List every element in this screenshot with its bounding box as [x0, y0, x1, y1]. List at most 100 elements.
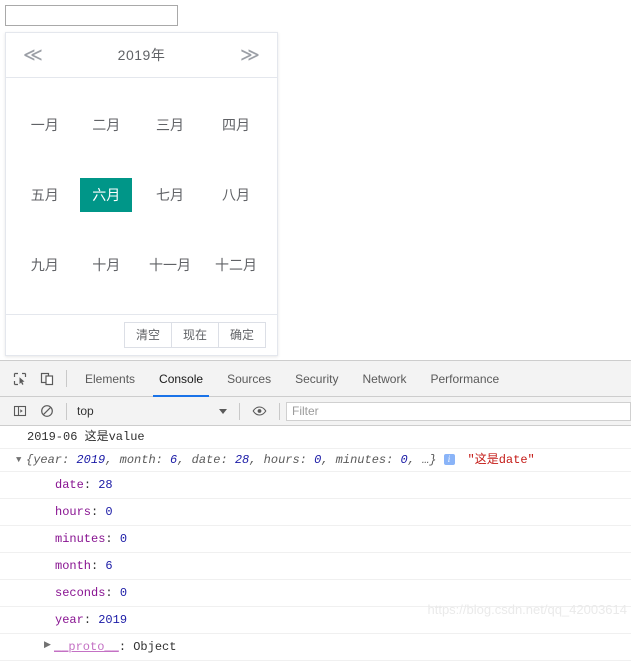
property-value: 0 [105, 505, 113, 519]
console-row-property[interactable]: date: 28 [0, 472, 631, 499]
object-property: seconds: 0 [55, 586, 128, 600]
property-value: 0 [119, 586, 128, 600]
filterbar-divider-2 [239, 402, 240, 420]
month-cell-2[interactable]: 二月 [76, 90, 138, 160]
object-preview-text: {year: 2019, month: 6, date: 28, hours: … [26, 453, 437, 467]
object-property: hours: 0 [55, 505, 113, 519]
tab-network[interactable]: Network [350, 361, 418, 397]
filterbar-divider-3 [279, 402, 280, 420]
month-label[interactable]: 二月 [80, 108, 132, 142]
double-chevron-left-icon[interactable]: ≪ [18, 40, 48, 70]
clear-console-icon[interactable] [33, 398, 60, 425]
picker-header: ≪ 2019年 ≫ [6, 33, 277, 78]
month-label[interactable]: 三月 [144, 108, 196, 142]
property-value: 28 [98, 478, 113, 492]
month-label[interactable]: 八月 [210, 178, 262, 212]
month-label[interactable]: 十二月 [203, 248, 269, 282]
property-value: 6 [105, 559, 113, 573]
object-preview-row: ▼ {year: 2019, month: 6, date: 28, hours… [0, 452, 631, 468]
chevron-down-icon [219, 408, 227, 414]
footer-button-group: 清空 现在 确定 [123, 321, 266, 349]
devtools-panel: Elements Console Sources Security Networ… [0, 360, 631, 661]
confirm-button[interactable]: 确定 [217, 321, 266, 349]
month-label[interactable]: 十一月 [137, 248, 203, 282]
console-row-property[interactable]: month: 6 [0, 553, 631, 580]
inspect-element-icon[interactable] [6, 365, 33, 392]
month-label[interactable]: 六月 [80, 178, 133, 212]
proto-property: ▶ __proto__ : Object [0, 637, 631, 657]
console-filter-input[interactable] [286, 401, 631, 421]
object-property: date: 28 [55, 478, 113, 492]
object-property: year: 2019 [55, 613, 128, 627]
collapse-triangle-icon[interactable]: ▶ [44, 637, 54, 653]
console-filter-bar: top [0, 397, 631, 426]
console-row-property[interactable]: hours: 0 [0, 499, 631, 526]
month-label[interactable]: 七月 [144, 178, 196, 212]
month-cell-10[interactable]: 十月 [76, 230, 138, 300]
property-key: hours [55, 505, 92, 519]
month-grid: 一月 二月 三月 四月 五月 六月 七月 八月 九月 十月 十一月 十二月 [6, 78, 277, 314]
console-row-proto[interactable]: ▶ __proto__ : Object [0, 634, 631, 661]
month-label[interactable]: 五月 [19, 178, 71, 212]
preview-minutes-value: 0 [400, 453, 408, 467]
now-button[interactable]: 现在 [170, 321, 219, 349]
month-cell-7[interactable]: 七月 [137, 160, 203, 230]
property-key: month [55, 559, 92, 573]
preview-year-value: 2019 [76, 453, 106, 467]
month-cell-1[interactable]: 一月 [14, 90, 76, 160]
expand-triangle-icon[interactable]: ▼ [16, 452, 26, 468]
month-label[interactable]: 九月 [19, 248, 71, 282]
console-row-property[interactable]: minutes: 0 [0, 526, 631, 553]
month-cell-9[interactable]: 九月 [14, 230, 76, 300]
picker-year-title[interactable]: 2019年 [48, 45, 235, 65]
console-row-object[interactable]: ▼ {year: 2019, month: 6, date: 28, hours… [0, 449, 631, 472]
preview-date-value: 28 [234, 453, 250, 467]
double-chevron-right-icon[interactable]: ≫ [235, 40, 265, 70]
console-message-list: 2019-06 这是value ▼ {year: 2019, month: 6,… [0, 426, 631, 661]
live-expression-eye-icon[interactable] [246, 398, 273, 425]
tab-sources[interactable]: Sources [215, 361, 283, 397]
devtools-tab-list: Elements Console Sources Security Networ… [73, 361, 511, 397]
month-cell-6-selected[interactable]: 六月 [76, 160, 138, 230]
filterbar-divider-1 [66, 402, 67, 420]
month-label[interactable]: 四月 [210, 108, 262, 142]
property-key: year [55, 613, 84, 627]
device-toolbar-icon[interactable] [33, 365, 60, 392]
month-cell-3[interactable]: 三月 [137, 90, 203, 160]
month-cell-5[interactable]: 五月 [14, 160, 76, 230]
property-value: 2019 [98, 613, 128, 627]
console-row-property[interactable]: year: 2019 [0, 607, 631, 634]
property-key: date [55, 478, 84, 492]
object-property: minutes: 0 [55, 532, 128, 546]
date-input[interactable] [5, 5, 178, 26]
console-string-literal: "这是date" [467, 453, 535, 467]
property-key: seconds [55, 586, 106, 600]
month-cell-12[interactable]: 十二月 [203, 230, 269, 300]
console-log-text: 2019-06 这是value [27, 430, 145, 444]
property-value: 0 [119, 532, 128, 546]
month-label[interactable]: 一月 [19, 108, 71, 142]
month-picker-panel: ≪ 2019年 ≫ 一月 二月 三月 四月 五月 六月 七月 八月 九月 十月 … [5, 32, 278, 356]
tab-elements[interactable]: Elements [73, 361, 147, 397]
proto-value: : Object [118, 640, 177, 654]
object-property: month: 6 [55, 559, 113, 573]
month-cell-11[interactable]: 十一月 [137, 230, 203, 300]
execution-context-label: top [77, 404, 94, 418]
month-label[interactable]: 十月 [80, 248, 132, 282]
tab-performance[interactable]: Performance [418, 361, 511, 397]
tab-security[interactable]: Security [283, 361, 350, 397]
execution-context-select[interactable]: top [73, 404, 233, 418]
month-cell-8[interactable]: 八月 [203, 160, 269, 230]
month-cell-4[interactable]: 四月 [203, 90, 269, 160]
devtools-tabbar: Elements Console Sources Security Networ… [0, 361, 631, 397]
console-row-log[interactable]: 2019-06 这是value [0, 426, 631, 449]
tab-console[interactable]: Console [147, 361, 215, 397]
proto-key[interactable]: __proto__ [54, 637, 119, 657]
clear-button[interactable]: 清空 [123, 321, 172, 349]
info-badge[interactable]: i [443, 454, 455, 465]
console-row-property[interactable]: seconds: 0 [0, 580, 631, 607]
toolbar-divider [66, 370, 67, 387]
property-key: minutes [55, 532, 106, 546]
picker-footer: 清空 现在 确定 [6, 314, 277, 355]
console-sidebar-icon[interactable] [6, 398, 33, 425]
